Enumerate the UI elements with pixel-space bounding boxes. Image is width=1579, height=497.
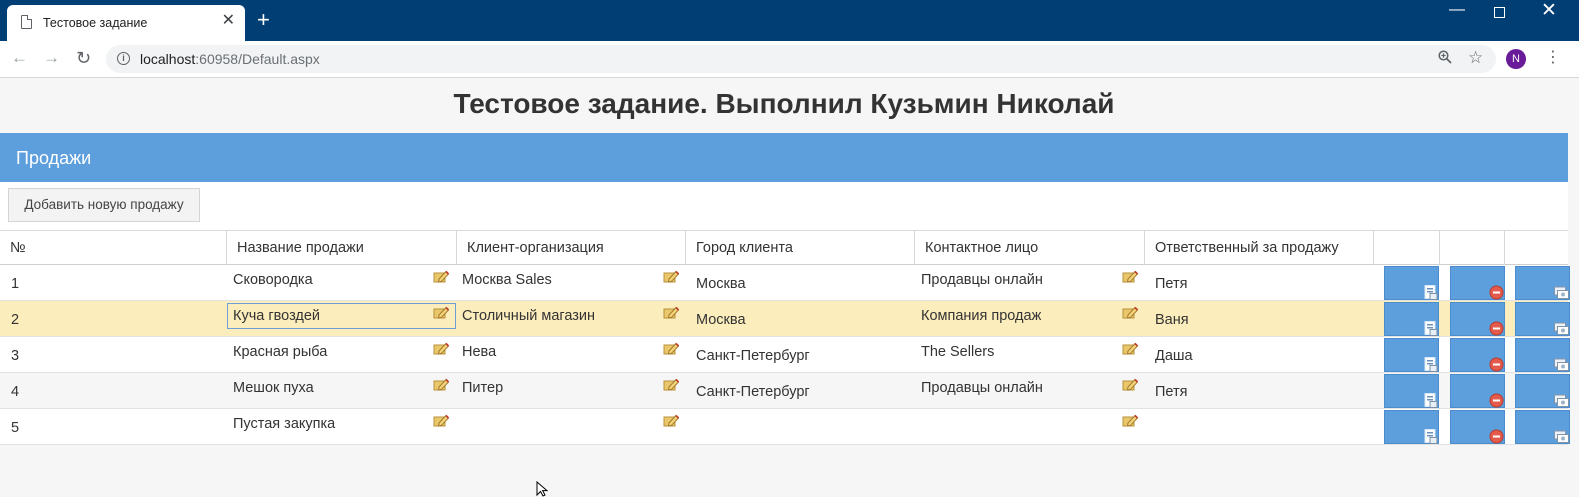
goods-button[interactable] (1515, 338, 1570, 372)
browser-tab[interactable]: Тестовое задание ✕ (7, 5, 245, 41)
table-header: № Название продажи Клиент-организация Го… (0, 230, 1568, 265)
zoom-icon[interactable] (1438, 50, 1452, 68)
header-details (1374, 231, 1440, 265)
sale-name[interactable]: Мешок пуха (233, 380, 314, 396)
header-city[interactable]: Город клиента (686, 231, 915, 265)
minimize-button[interactable]: — (1449, 2, 1465, 18)
table-row[interactable]: 5 Пустая закупка (0, 409, 1570, 445)
details-button[interactable] (1384, 338, 1439, 372)
row-number: 4 (11, 384, 20, 400)
details-button[interactable] (1384, 374, 1439, 408)
details-button[interactable] (1384, 302, 1439, 336)
contact-person[interactable]: The Sellers (921, 344, 994, 360)
reload-icon[interactable]: ↻ (76, 49, 91, 67)
browser-toolbar: ← → ↻ i localhost:60958/Default.aspx ☆ N… (0, 41, 1579, 78)
table-row[interactable]: 1 Сковородка Москва Sales Москва Продавцы он… (0, 265, 1570, 301)
delete-button[interactable] (1450, 410, 1505, 444)
goods-button[interactable] (1515, 374, 1570, 408)
header-client[interactable]: Клиент-организация (457, 231, 686, 265)
edit-pencil-icon[interactable] (663, 413, 680, 427)
edit-pencil-icon[interactable] (1122, 413, 1139, 427)
sale-name[interactable]: Сковородка (233, 272, 313, 288)
page-icon (21, 15, 32, 29)
goods-button[interactable] (1515, 266, 1570, 300)
delete-button[interactable] (1450, 266, 1505, 300)
client-organization[interactable]: Москва Sales (462, 272, 552, 288)
info-icon[interactable]: i (117, 52, 130, 65)
edit-pencil-icon[interactable] (663, 377, 680, 391)
table-row[interactable]: 4 Мешок пуха Питер Санкт-Петербург Продавцы … (0, 373, 1570, 409)
menu-icon[interactable]: ⋮ (1545, 48, 1561, 68)
responsible: Петя (1155, 384, 1188, 400)
close-window-button[interactable]: ✕ (1541, 1, 1557, 20)
edit-pencil-icon[interactable] (433, 413, 450, 427)
responsible: Даша (1155, 348, 1193, 364)
goods-button[interactable] (1515, 302, 1570, 336)
edit-pencil-icon[interactable] (663, 269, 680, 283)
tab-title: Тестовое задание (43, 16, 148, 30)
client-city: Москва (696, 276, 746, 292)
sale-name[interactable]: Куча гвоздей (233, 308, 320, 324)
client-city: Санкт-Петербург (696, 384, 810, 400)
sale-name[interactable]: Красная рыба (233, 344, 327, 360)
header-number[interactable]: № (0, 231, 227, 265)
contact-person[interactable]: Компания продаж (921, 308, 1041, 324)
address-bar[interactable]: i localhost:60958/Default.aspx ☆ (106, 45, 1496, 73)
url-host: localhost (140, 51, 196, 67)
new-tab-button[interactable]: + (257, 9, 270, 31)
responsible: Ваня (1155, 312, 1189, 328)
mouse-cursor-icon (536, 481, 549, 497)
panel-header: Продажи (0, 133, 1568, 182)
star-icon[interactable]: ☆ (1468, 48, 1483, 68)
row-number: 2 (11, 312, 20, 328)
browser-titlebar: Тестовое задание ✕ + — ✕ (0, 0, 1579, 41)
client-city: Москва (696, 312, 746, 328)
contact-person[interactable]: Продавцы онлайн (921, 380, 1043, 396)
client-organization[interactable]: Столичный магазин (462, 308, 595, 324)
table-row[interactable]: 3 Красная рыба Нева Санкт-Петербург The Sell… (0, 337, 1570, 373)
table-row[interactable]: 2 Куча гвоздей Столичный магазин Москва Комп… (0, 301, 1570, 337)
row-number: 5 (11, 420, 20, 436)
goods-button[interactable] (1515, 410, 1570, 444)
row-number: 3 (11, 348, 20, 364)
url-path: :60958/Default.aspx (195, 51, 320, 67)
url-text[interactable]: localhost:60958/Default.aspx (140, 51, 320, 67)
edit-pencil-icon[interactable] (433, 269, 450, 283)
header-contact[interactable]: Контактное лицо (915, 231, 1145, 265)
sale-name[interactable]: Пустая закупка (233, 416, 335, 432)
edit-pencil-icon[interactable] (433, 377, 450, 391)
edit-pencil-icon[interactable] (1122, 269, 1139, 283)
row-number: 1 (11, 276, 20, 292)
avatar[interactable]: N (1506, 49, 1526, 69)
responsible: Петя (1155, 276, 1188, 292)
header-sale-name[interactable]: Название продажи (227, 231, 457, 265)
header-goods (1505, 231, 1568, 265)
details-button[interactable] (1384, 266, 1439, 300)
delete-button[interactable] (1450, 302, 1505, 336)
details-button[interactable] (1384, 410, 1439, 444)
maximize-button[interactable] (1494, 7, 1505, 18)
panel-title: Продажи (16, 148, 92, 168)
toolbar-area (0, 182, 1568, 230)
edit-pencil-icon[interactable] (663, 305, 680, 319)
header-delete (1440, 231, 1505, 265)
client-city: Санкт-Петербург (696, 348, 810, 364)
back-icon[interactable]: ← (11, 49, 28, 67)
delete-button[interactable] (1450, 338, 1505, 372)
tab-close-icon[interactable]: ✕ (222, 13, 235, 29)
page-title: Тестовое задание. Выполнил Кузьмин Никол… (453, 88, 1115, 119)
edit-pencil-icon[interactable] (663, 341, 680, 355)
forward-icon[interactable]: → (43, 49, 60, 67)
edit-pencil-icon[interactable] (433, 341, 450, 355)
add-sale-button[interactable]: Добавить новую продажу (8, 188, 200, 222)
client-organization[interactable]: Нева (462, 344, 496, 360)
contact-person[interactable]: Продавцы онлайн (921, 272, 1043, 288)
header-responsible[interactable]: Ответственный за продажу (1145, 231, 1374, 265)
edit-pencil-icon[interactable] (433, 305, 450, 319)
edit-pencil-icon[interactable] (1122, 341, 1139, 355)
client-organization[interactable]: Питер (462, 380, 503, 396)
edit-pencil-icon[interactable] (1122, 377, 1139, 391)
delete-button[interactable] (1450, 374, 1505, 408)
edit-pencil-icon[interactable] (1122, 305, 1139, 319)
